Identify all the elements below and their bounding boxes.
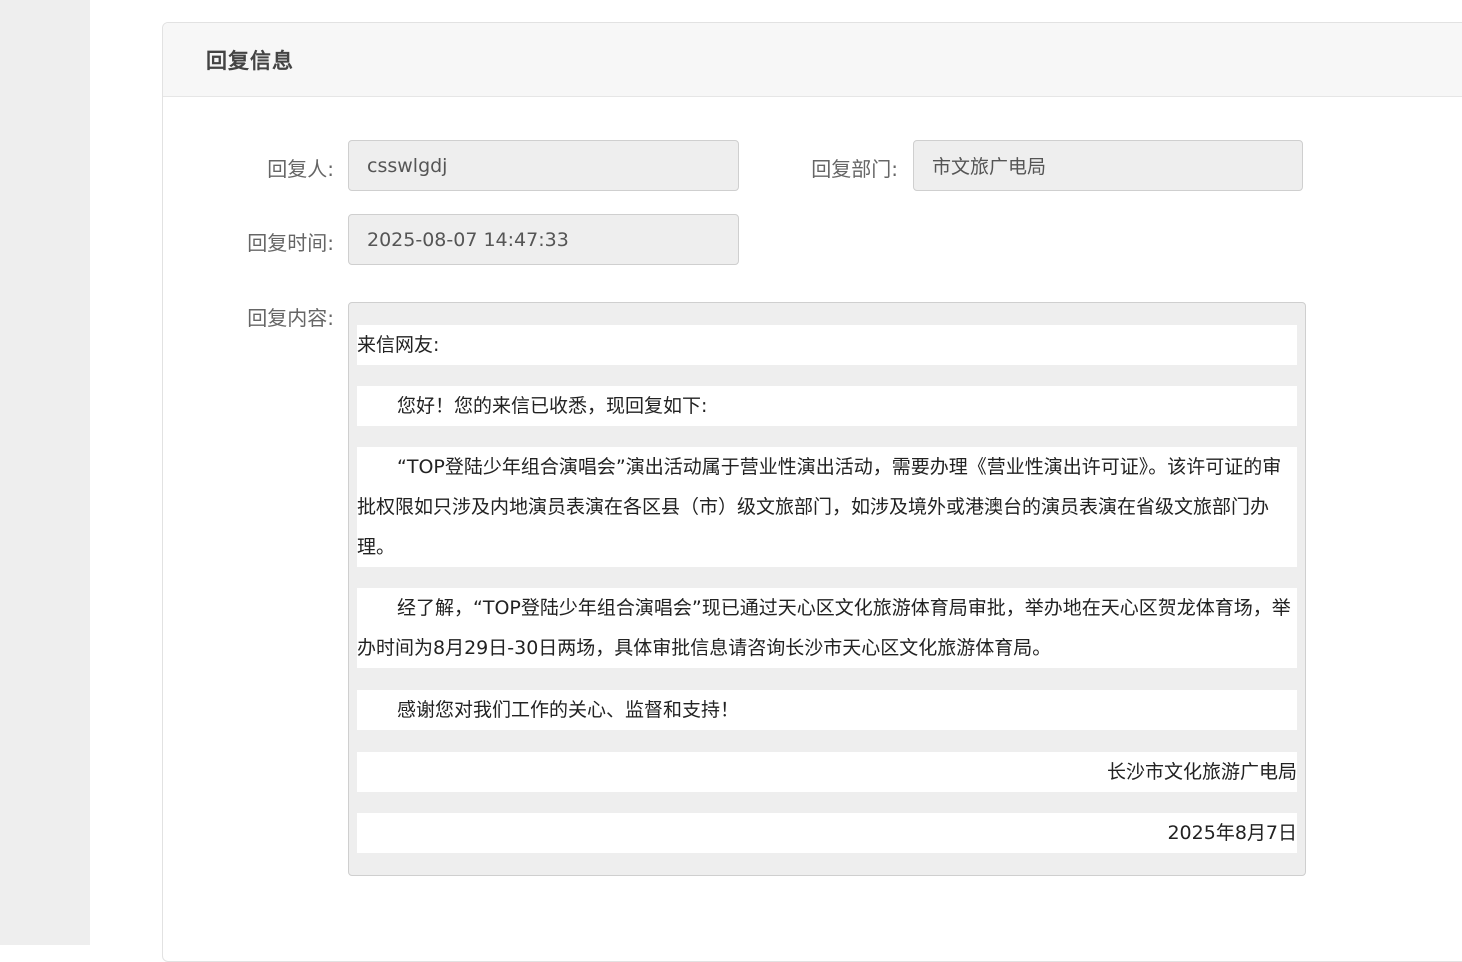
content-signature: 长沙市文化旅游广电局 [357,752,1297,792]
content-date: 2025年8月7日 [357,813,1297,853]
replier-label: 回复人: [267,157,334,181]
content-paragraph-2: “TOP登陆少年组合演唱会”演出活动属于营业性演出活动，需要办理《营业性演出许可… [357,447,1297,567]
panel-header: 回复信息 [163,23,1462,97]
reply-content-textarea[interactable]: 来信网友: 您好！您的来信已收悉，现回复如下: “TOP登陆少年组合演唱会”演出… [348,302,1306,876]
content-paragraph-1: 您好！您的来信已收悉，现回复如下: [357,386,1297,426]
page-left-gutter [0,0,90,945]
content-left-margin [90,0,162,945]
reply-time-field[interactable]: 2025-08-07 14:47:33 [348,214,739,265]
reply-content-label: 回复内容: [247,306,334,330]
content-paragraph-4: 感谢您对我们工作的关心、监督和支持！ [357,690,1297,730]
department-label: 回复部门: [811,157,898,181]
department-field[interactable]: 市文旅广电局 [913,140,1303,191]
replier-field[interactable]: csswlgdj [348,140,739,191]
reply-time-label: 回复时间: [247,231,334,255]
panel-title: 回复信息 [206,49,294,73]
content-greeting: 来信网友: [357,325,1297,365]
content-paragraph-3: 经了解，“TOP登陆少年组合演唱会”现已通过天心区文化旅游体育局审批，举办地在天… [357,588,1297,668]
